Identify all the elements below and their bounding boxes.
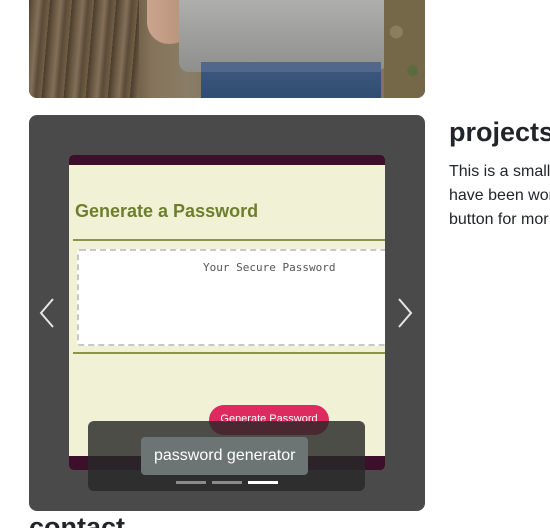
projects-heading: projects <box>449 117 550 147</box>
contact-heading: contact <box>29 512 126 528</box>
projects-carousel[interactable]: Generate a Password Your Secure Password… <box>29 115 425 511</box>
carousel-indicator-1[interactable] <box>176 481 206 484</box>
chevron-right-icon <box>398 298 413 328</box>
carousel-next-button[interactable] <box>393 293 417 333</box>
carousel-caption-label: password generator <box>141 437 309 475</box>
carousel-indicators <box>176 481 278 484</box>
ground-leaves <box>384 0 425 98</box>
carousel-caption: password generator <box>88 421 365 491</box>
carousel-prev-button[interactable] <box>35 293 59 333</box>
carousel-indicator-2[interactable] <box>212 481 242 484</box>
slide-password-box: Your Secure Password <box>77 249 385 346</box>
slide-top-bar <box>69 155 385 165</box>
slide-divider <box>73 239 385 241</box>
projects-description-line: button for mor <box>449 211 549 228</box>
slide-app-title: Generate a Password <box>75 201 259 221</box>
profile-photo <box>29 0 425 98</box>
person-waistband <box>201 62 381 72</box>
slide-password-placeholder: Your Secure Password <box>203 261 336 274</box>
projects-description: This is a small have been wor button for… <box>449 160 550 232</box>
carousel-indicator-3[interactable] <box>248 481 278 484</box>
slide-divider <box>73 352 385 354</box>
projects-description-line: This is a small <box>449 163 550 180</box>
tree-bark <box>29 0 139 98</box>
chevron-left-icon <box>39 298 54 328</box>
projects-description-line: have been wor <box>449 187 550 204</box>
